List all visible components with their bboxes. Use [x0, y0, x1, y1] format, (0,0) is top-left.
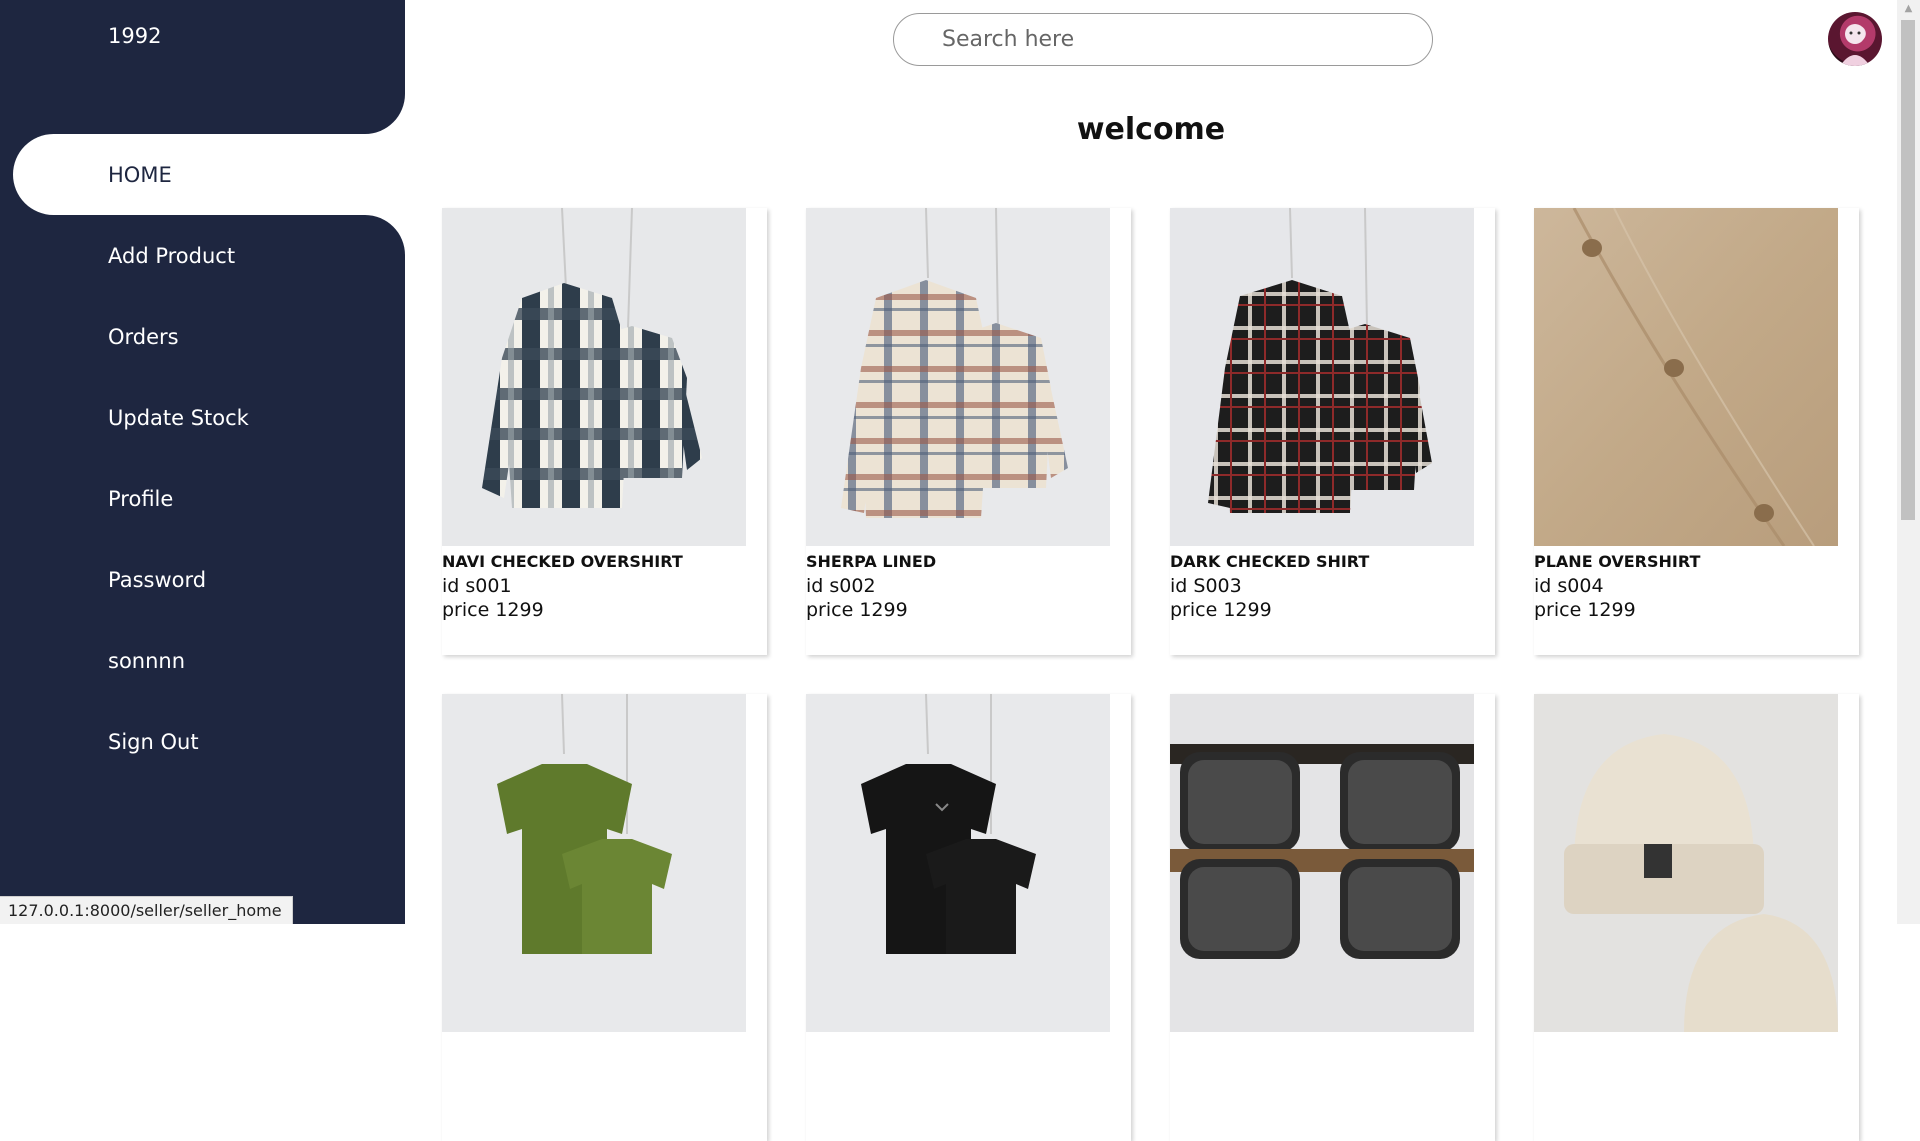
- product-image: [442, 694, 746, 1032]
- product-image: [1170, 208, 1474, 546]
- product-price: price 1299: [442, 599, 544, 621]
- sidebar-item-orders[interactable]: Orders: [0, 296, 405, 377]
- product-price: price 1299: [1534, 599, 1636, 621]
- product-card[interactable]: PLANE OVERSHIRT id s004 price 1299: [1534, 208, 1859, 655]
- product-card[interactable]: DARK CHECKED SHIRT id S003 price 1299: [1170, 208, 1495, 655]
- vertical-scrollbar[interactable]: ▲: [1897, 0, 1920, 924]
- product-id: id s002: [806, 575, 876, 597]
- scroll-thumb[interactable]: [1901, 20, 1915, 520]
- product-image: [1534, 208, 1838, 546]
- product-name: PLANE OVERSHIRT: [1534, 552, 1701, 571]
- sidebar-item-username[interactable]: sonnnn: [0, 620, 405, 701]
- sidebar-notch-top: [365, 94, 405, 134]
- product-image: [442, 208, 746, 546]
- product-name: NAVI CHECKED OVERSHIRT: [442, 552, 683, 571]
- product-name: SHERPA LINED: [806, 552, 937, 571]
- product-card[interactable]: [1170, 694, 1495, 1141]
- sidebar-item-update-stock[interactable]: Update Stock: [0, 377, 405, 458]
- sidebar-item-sign-out[interactable]: Sign Out: [0, 701, 405, 782]
- scroll-up-arrow-icon[interactable]: ▲: [1897, 0, 1920, 18]
- page-title: welcome: [1076, 112, 1226, 147]
- product-card[interactable]: NAVI CHECKED OVERSHIRT id s001 price 129…: [442, 208, 767, 655]
- sidebar-item-password[interactable]: Password: [0, 539, 405, 620]
- product-id: id S003: [1170, 575, 1242, 597]
- status-bar-url: 127.0.0.1:8000/seller/seller_home: [0, 896, 293, 924]
- product-image: [1534, 694, 1838, 1032]
- product-image: [806, 694, 1110, 1032]
- product-image: [1170, 694, 1474, 1032]
- product-price: price 1299: [1170, 599, 1272, 621]
- sidebar-item-home[interactable]: HOME: [13, 134, 405, 215]
- sidebar: 1992 HOME Add Product Orders Update Stoc…: [0, 0, 405, 924]
- sidebar-item-profile[interactable]: Profile: [0, 458, 405, 539]
- search-input[interactable]: [893, 13, 1433, 66]
- product-card[interactable]: SHERPA LINED id s002 price 1299: [806, 208, 1131, 655]
- product-card[interactable]: [1534, 694, 1859, 1141]
- main-content: welcome: [405, 0, 1897, 1141]
- brand-label: 1992: [108, 24, 162, 48]
- product-card[interactable]: [442, 694, 767, 1141]
- product-id: id s001: [442, 575, 512, 597]
- user-avatar-icon[interactable]: [1828, 12, 1882, 66]
- product-image: [806, 208, 1110, 546]
- product-id: id s004: [1534, 575, 1604, 597]
- product-name: DARK CHECKED SHIRT: [1170, 552, 1370, 571]
- product-price: price 1299: [806, 599, 908, 621]
- product-card[interactable]: [806, 694, 1131, 1141]
- sidebar-item-add-product[interactable]: Add Product: [0, 215, 405, 296]
